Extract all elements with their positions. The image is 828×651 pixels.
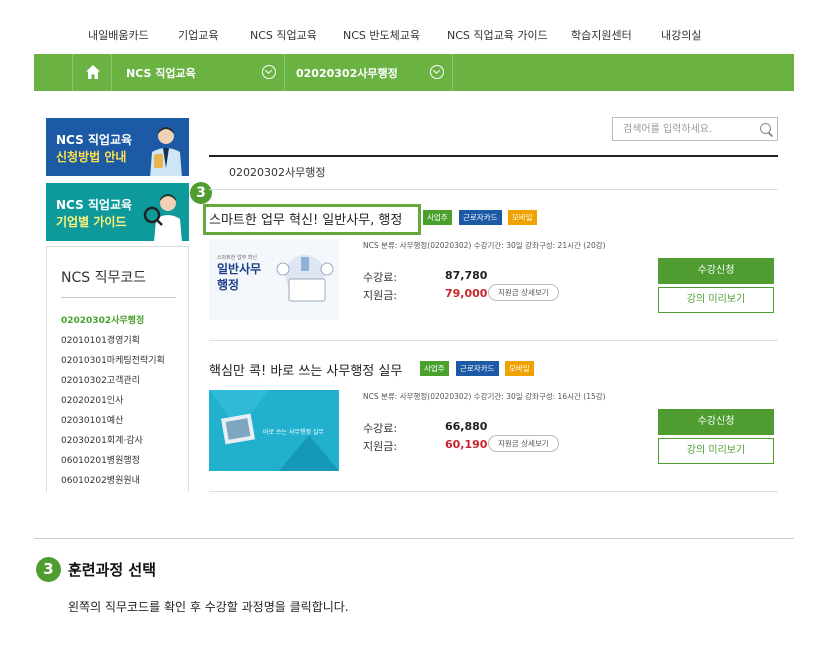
panel-title: NCS 직무코드 [61,270,147,286]
thumbnail-caption: 스마트한 업무 혁신 [217,254,257,261]
breadcrumb-level1[interactable]: NCS 직업교육 [126,65,196,81]
preview-button[interactable]: 강의 미리보기 [658,287,774,313]
banner-line2: 기업별 가이드 [56,215,127,229]
thumbnail-title: 행정 [217,277,239,292]
highlight-box [203,204,421,235]
heading-rule [209,155,778,157]
search-box [612,117,778,141]
support-label: 지원금: [363,289,398,302]
nav-item-card[interactable]: 내일배움카드 [88,27,149,43]
course-item: 핵심만 콕! 바로 쓰는 사무행정 실무 사업주 근로자카드 모바일 바로 쓰는… [209,360,778,510]
sidebar-item-code[interactable]: 02010302고객관리 [61,373,140,386]
sidebar-item-code[interactable]: 06010201병원행정 [61,453,140,466]
nav-item-my-classroom[interactable]: 내강의실 [661,27,701,43]
fee-label: 수강료: [363,422,398,435]
divider [209,189,778,190]
course-title[interactable]: 핵심만 콕! 바로 쓰는 사무행정 실무 [209,360,402,379]
badge-mobile: 모바일 [508,210,537,225]
step-number-badge: 3 [36,557,61,582]
nav-item-semiconductor[interactable]: NCS 반도체교육 [343,27,420,43]
badge-worker-card: 근로자카드 [459,210,502,225]
person-magnifier-icon [143,194,182,241]
chevron-down-icon[interactable] [430,65,444,79]
fee-value: 66,880 [445,420,488,433]
sidebar-item-code[interactable]: 02020302사무행정 [61,313,144,326]
sidebar-item-code[interactable]: 02010301마케팅전략기획 [61,353,165,366]
breadcrumb-divider [452,54,453,91]
apply-button[interactable]: 수강신청 [658,409,774,435]
banner-corporate-guide[interactable]: NCS 직업교육 기업별 가이드 [46,183,189,241]
fee-value: 87,780 [445,269,488,282]
badge-mobile: 모바일 [505,361,534,376]
page-heading: 02020302사무행정 [229,166,326,179]
sidebar-item-code[interactable]: 02030201회계·감사 [61,433,143,446]
nav-item-corporate[interactable]: 기업교육 [178,27,218,43]
nav-item-ncs-guide[interactable]: NCS 직업교육 가이드 [447,27,548,43]
sidebar-item-code[interactable]: 06010202병원원내 [61,473,140,486]
breadcrumb-divider [284,54,285,91]
badge-employer: 사업주 [423,210,452,225]
support-value: 60,190 [445,438,488,451]
support-detail-button[interactable]: 지원금 상세보기 [488,435,559,452]
search-input[interactable] [613,118,753,140]
course-thumbnail[interactable]: 스마트한 업무 혁신 일반사무 행정 [209,239,339,320]
support-detail-button[interactable]: 지원금 상세보기 [488,284,559,301]
step-marker: 3 [190,182,212,204]
thumbnail-title: 일반사무 [217,261,261,276]
banner-line1: NCS 직업교육 [56,198,133,212]
home-icon [86,65,100,79]
sidebar-item-code[interactable]: 02030101예산 [61,413,123,426]
fee-label: 수강료: [363,271,398,284]
section-divider [34,538,794,539]
preview-button[interactable]: 강의 미리보기 [658,438,774,464]
top-nav: 내일배움카드 기업교육 NCS 직업교육 NCS 반도체교육 NCS 직업교육 … [0,0,828,54]
step-title: 훈련과정 선택 [68,561,157,579]
badge-employer: 사업주 [420,361,449,376]
nav-item-learning-center[interactable]: 학습지원센터 [571,27,632,43]
banner-how-to-apply[interactable]: NCS 직업교육 신청방법 안내 [46,118,189,176]
ncs-code-panel: NCS 직무코드 02020302사무행정 02010101경영기획 02010… [46,246,189,492]
divider [209,340,778,341]
apply-button[interactable]: 수강신청 [658,258,774,284]
breadcrumb-bar: NCS 직업교육 02020302사무행정 [34,54,794,91]
divider [61,297,176,298]
badge-worker-card: 근로자카드 [456,361,499,376]
support-value: 79,000 [445,287,488,300]
support-label: 지원금: [363,440,398,453]
course-meta: NCS 분류: 사무행정(02020302) 수강기간: 30일 강좌구성: 2… [363,241,606,250]
nav-item-ncs[interactable]: NCS 직업교육 [250,27,317,43]
divider [209,491,778,492]
sidebar-item-code[interactable]: 02010101경영기획 [61,333,140,346]
thumbnail-title: 바로 쓰는 사무행정 실무 [263,428,324,436]
sidebar-item-code[interactable]: 02020201인사 [61,393,123,406]
person-illustration-icon [150,127,182,176]
chevron-down-icon[interactable] [262,65,276,79]
course-thumbnail[interactable]: 바로 쓰는 사무행정 실무 [209,390,339,471]
step-description: 왼쪽의 직무코드를 확인 후 수강할 과정명을 클릭합니다. [68,600,349,614]
search-icon[interactable] [760,123,771,134]
banner-line1: NCS 직업교육 [56,133,133,147]
breadcrumb-level2[interactable]: 02020302사무행정 [296,65,398,81]
banner-line2: 신청방법 안내 [56,150,127,164]
course-meta: NCS 분류: 사무행정(02020302) 수강기간: 30일 강좌구성: 1… [363,392,606,401]
home-button[interactable] [72,54,112,91]
